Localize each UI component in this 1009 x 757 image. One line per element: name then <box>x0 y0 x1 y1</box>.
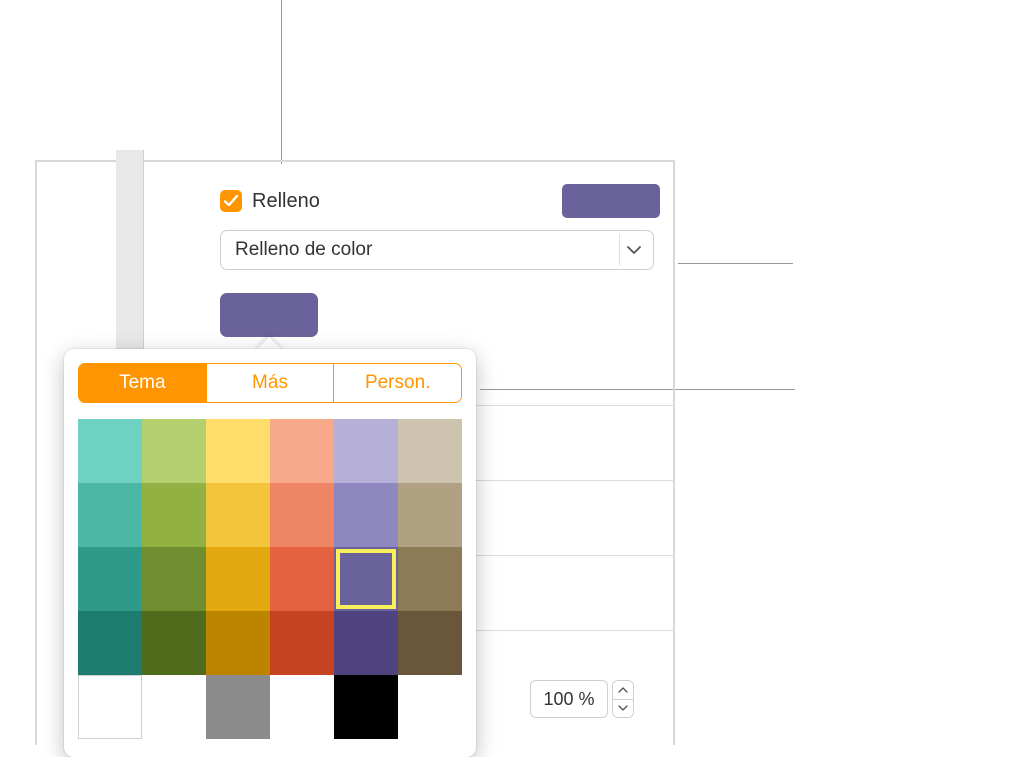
separator <box>474 555 674 556</box>
panel-border <box>673 160 675 745</box>
color-swatch[interactable] <box>142 547 206 611</box>
color-swatch[interactable] <box>206 611 270 675</box>
chevron-down-icon <box>618 705 628 711</box>
color-swatch[interactable] <box>398 483 462 547</box>
color-swatch[interactable] <box>334 483 398 547</box>
callout-line <box>480 389 795 390</box>
separator <box>474 405 674 406</box>
tab-tema[interactable]: Tema <box>79 364 207 402</box>
color-swatch[interactable] <box>270 547 334 611</box>
callout-line <box>281 0 282 164</box>
color-swatch[interactable] <box>142 611 206 675</box>
color-well-wrapper <box>220 293 318 337</box>
separator <box>474 630 674 631</box>
opacity-input[interactable] <box>530 680 608 718</box>
tab-person[interactable]: Person. <box>334 364 461 402</box>
chevron-down-icon <box>627 245 641 255</box>
color-swatch[interactable] <box>78 483 142 547</box>
color-swatch[interactable] <box>78 675 142 739</box>
color-popover: Tema Más Person. <box>64 349 476 757</box>
chevron-up-icon <box>618 687 628 693</box>
color-well[interactable] <box>220 293 318 337</box>
stepper-buttons <box>612 680 634 718</box>
color-swatch[interactable] <box>206 547 270 611</box>
fill-section: Relleno Relleno de color <box>220 180 660 270</box>
opacity-stepper <box>530 680 634 718</box>
callout-line <box>678 263 793 264</box>
fill-preview-swatch[interactable] <box>562 184 660 218</box>
color-swatch[interactable] <box>206 675 270 739</box>
color-swatch[interactable] <box>78 611 142 675</box>
color-swatch[interactable] <box>270 419 334 483</box>
separator <box>474 480 674 481</box>
color-swatch[interactable] <box>334 675 398 739</box>
fill-header-left: Relleno <box>220 190 320 213</box>
color-swatch[interactable] <box>398 419 462 483</box>
stepper-up[interactable] <box>613 681 633 700</box>
fill-checkbox[interactable] <box>220 190 242 212</box>
color-swatch[interactable] <box>78 547 142 611</box>
fill-label: Relleno <box>252 190 320 213</box>
color-swatch[interactable] <box>398 547 462 611</box>
color-swatch[interactable] <box>270 483 334 547</box>
color-swatch[interactable] <box>206 419 270 483</box>
dropdown-value: Relleno de color <box>235 239 372 261</box>
color-swatch[interactable] <box>334 547 398 611</box>
color-swatch[interactable] <box>142 419 206 483</box>
fill-type-dropdown[interactable]: Relleno de color <box>220 230 654 270</box>
fill-header: Relleno <box>220 180 660 230</box>
color-swatch[interactable] <box>334 419 398 483</box>
color-tab-segmented-control: Tema Más Person. <box>78 363 462 403</box>
tab-mas[interactable]: Más <box>207 364 335 402</box>
color-swatch[interactable] <box>142 483 206 547</box>
color-swatch[interactable] <box>206 483 270 547</box>
dropdown-arrow <box>619 234 647 266</box>
color-swatch[interactable] <box>270 611 334 675</box>
checkmark-icon <box>223 193 239 209</box>
stepper-down[interactable] <box>613 700 633 718</box>
color-swatch[interactable] <box>78 419 142 483</box>
color-swatch[interactable] <box>398 611 462 675</box>
swatch-grid <box>78 419 462 739</box>
color-swatch[interactable] <box>334 611 398 675</box>
panel-border <box>35 160 37 745</box>
